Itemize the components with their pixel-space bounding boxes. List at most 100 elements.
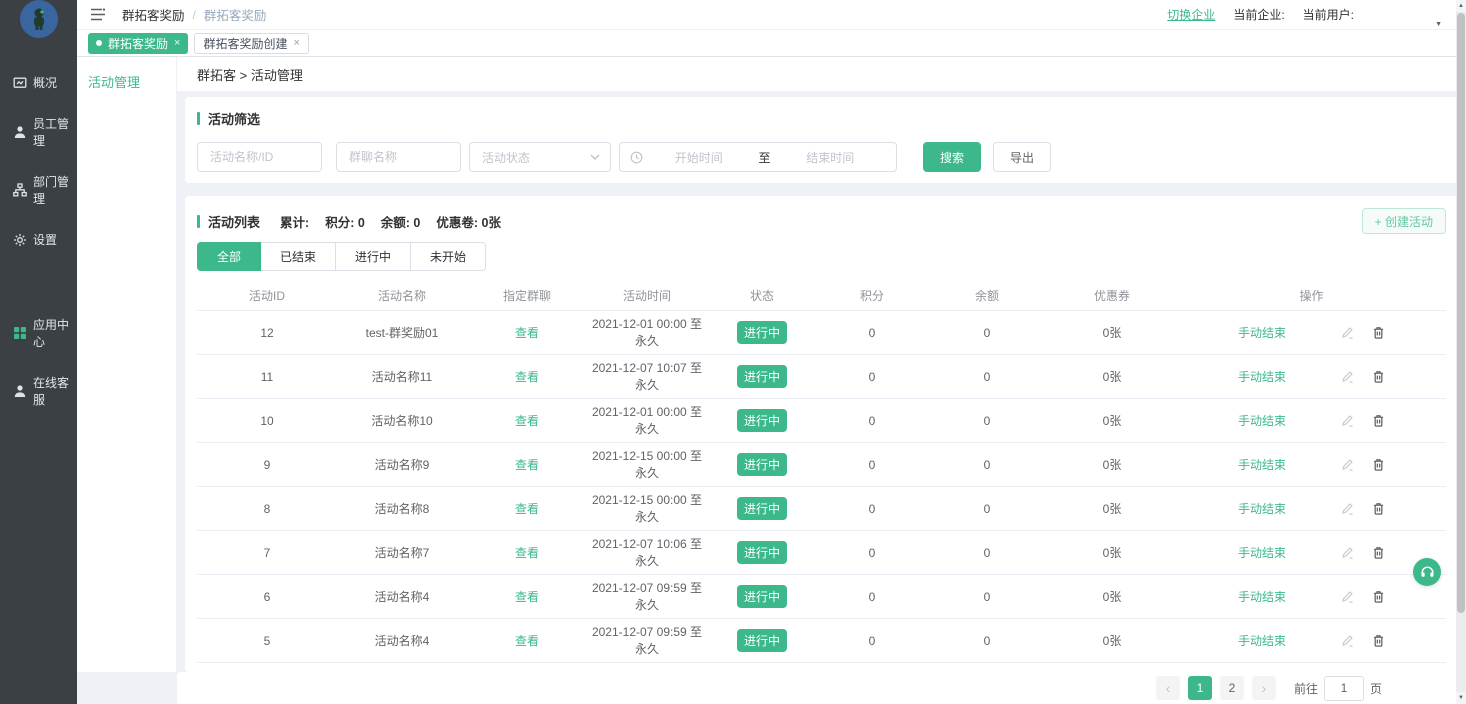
manual-end-link[interactable]: 手动结束 [1238,544,1286,561]
row-icon-group [1341,590,1385,603]
delete-icon[interactable] [1372,634,1385,647]
tab-group-reward[interactable]: 群拓客奖励 × [88,33,188,54]
search-button[interactable]: 搜索 [923,142,981,172]
view-group-link[interactable]: 查看 [515,634,539,648]
clock-icon [630,151,643,164]
summary-points: 积分: 0 [325,212,365,231]
list-title: 活动列表 [208,212,260,231]
next-page-button[interactable]: › [1252,676,1276,700]
sidebar-item-app-center[interactable]: 应用中心 [0,304,77,362]
customer-service-button[interactable] [1413,558,1441,586]
manual-end-link[interactable]: 手动结束 [1238,500,1286,517]
sub-sidebar-item-activity[interactable]: 活动管理 [77,57,176,91]
manual-end-link[interactable]: 手动结束 [1238,324,1286,341]
status-tab-ongoing[interactable]: 进行中 [335,242,411,271]
page-button-2[interactable]: 2 [1220,676,1244,700]
cell-activity-id: 8 [197,502,337,516]
date-range-picker[interactable]: 开始时间 至 结束时间 [619,142,897,172]
scrollbar-thumb[interactable] [1457,13,1465,613]
status-tab-all[interactable]: 全部 [197,242,261,271]
tab-close-icon[interactable]: × [293,37,299,49]
dashboard-icon [13,76,27,90]
activity-list-card: 活动列表 累计: 积分: 0 余额: 0 优惠卷: 0张 + 创建活动 全部 已… [185,196,1458,672]
tab-close-icon[interactable]: × [174,37,180,49]
sidebar-item-staff[interactable]: 员工管理 [0,103,77,161]
activity-status-select[interactable]: 活动状态 [469,142,611,172]
view-group-link[interactable]: 查看 [515,590,539,604]
breadcrumb-current: 群拓客奖励 [204,5,267,24]
prev-page-button[interactable]: ‹ [1156,676,1180,700]
status-tab-ended[interactable]: 已结束 [260,242,336,271]
edit-icon[interactable] [1341,370,1354,383]
cell-activity-id: 6 [197,590,337,604]
switch-company-link[interactable]: 切换企业 [1167,6,1215,23]
status-tab-not-started[interactable]: 未开始 [410,242,486,271]
edit-icon[interactable] [1341,502,1354,515]
export-button[interactable]: 导出 [993,142,1051,172]
delete-icon[interactable] [1372,370,1385,383]
goto-page-input[interactable] [1324,676,1364,701]
cell-points: 0 [817,326,927,340]
cell-balance: 0 [927,546,1047,560]
activity-name-input[interactable] [197,142,322,172]
delete-icon[interactable] [1372,414,1385,427]
cell-activity-name: 活动名称7 [337,544,467,561]
manual-end-link[interactable]: 手动结束 [1238,412,1286,429]
table-row: 12 test-群奖励01 查看 2021-12-01 00:00 至 永久 进… [197,311,1446,355]
page-unit-label: 页 [1370,680,1382,697]
cell-operations: 手动结束 [1177,368,1446,385]
edit-icon[interactable] [1341,546,1354,559]
manual-end-link[interactable]: 手动结束 [1238,632,1286,649]
delete-icon[interactable] [1372,326,1385,339]
view-group-link[interactable]: 查看 [515,546,539,560]
table-body: 12 test-群奖励01 查看 2021-12-01 00:00 至 永久 进… [197,311,1446,672]
view-group-link[interactable]: 查看 [515,502,539,516]
view-group-link[interactable]: 查看 [515,458,539,472]
view-group-link[interactable]: 查看 [515,370,539,384]
cell-activity-id: 5 [197,634,337,648]
sidebar-item-overview[interactable]: 概况 [0,62,77,103]
user-dropdown-caret[interactable]: ▼ [1435,21,1442,28]
col-operations: 操作 [1177,287,1446,304]
edit-icon[interactable] [1341,326,1354,339]
view-group-link[interactable]: 查看 [515,414,539,428]
manual-end-link[interactable]: 手动结束 [1238,456,1286,473]
sidebar-item-online-service[interactable]: 在线客服 [0,362,77,420]
sidebar-item-department[interactable]: 部门管理 [0,161,77,219]
row-icon-group [1341,326,1385,339]
cell-activity-time: 2021-12-07 09:59 至 永久 [587,580,707,614]
edit-icon[interactable] [1341,414,1354,427]
current-user-label: 当前用户: [1303,6,1354,23]
delete-icon[interactable] [1372,590,1385,603]
edit-icon[interactable] [1341,458,1354,471]
manual-end-link[interactable]: 手动结束 [1238,588,1286,605]
group-name-input[interactable] [336,142,461,172]
delete-icon[interactable] [1372,546,1385,559]
manual-end-link[interactable]: 手动结束 [1238,368,1286,385]
sidebar-item-label: 部门管理 [33,173,77,207]
sidebar-item-settings[interactable]: 设置 [0,219,77,260]
view-group-link[interactable]: 查看 [515,326,539,340]
list-header: 活动列表 累计: 积分: 0 余额: 0 优惠卷: 0张 + 创建活动 [197,208,1446,234]
app-root: 概况 员工管理 部门管理 设置 [0,0,1466,704]
activity-time-line1: 2021-12-07 09:59 至 [587,624,707,641]
col-points: 积分 [817,287,927,304]
collapse-menu-button[interactable] [90,8,106,21]
cell-points: 0 [817,634,927,648]
tab-label: 群拓客奖励创建 [203,35,287,52]
scroll-down-arrow[interactable]: ▼ [1456,692,1466,704]
delete-icon[interactable] [1372,458,1385,471]
edit-icon[interactable] [1341,590,1354,603]
vertical-scrollbar[interactable]: ▲ ▼ [1456,0,1466,704]
page-button-1[interactable]: 1 [1188,676,1212,700]
status-badge: 进行中 [737,409,787,432]
create-activity-button[interactable]: + 创建活动 [1362,208,1446,234]
scroll-up-arrow[interactable]: ▲ [1456,0,1466,12]
edit-icon[interactable] [1341,634,1354,647]
tab-group-reward-create[interactable]: 群拓客奖励创建 × [194,33,308,54]
delete-icon[interactable] [1372,502,1385,515]
cell-coupons: 0张 [1047,632,1177,649]
apps-icon [13,326,27,340]
main-sidebar: 概况 员工管理 部门管理 设置 [0,0,77,704]
cell-operations: 手动结束 [1177,588,1446,605]
